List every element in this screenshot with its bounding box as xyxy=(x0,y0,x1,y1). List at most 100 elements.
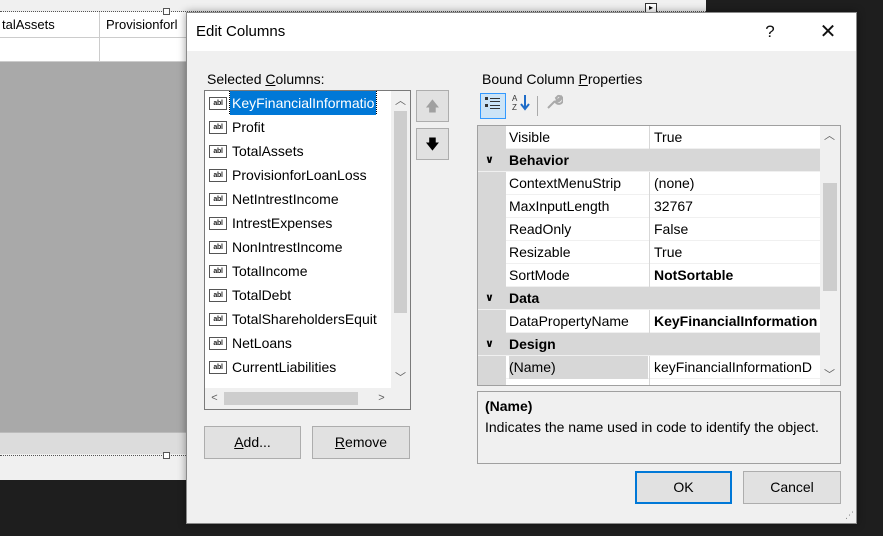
property-value[interactable]: KeyFinancialInformation xyxy=(649,310,820,333)
scroll-right-arrow-icon[interactable]: > xyxy=(372,388,391,408)
property-description-panel: (Name) Indicates the name used in code t… xyxy=(477,391,841,464)
list-item[interactable]: abl TotalAssets xyxy=(205,139,391,163)
move-up-button[interactable]: 🡅 xyxy=(416,90,449,122)
list-item[interactable]: abl NetLoans xyxy=(205,331,391,355)
list-item[interactable]: abl Profit xyxy=(205,115,391,139)
property-row[interactable]: Visible True xyxy=(478,126,820,149)
svg-text:A: A xyxy=(512,94,518,103)
property-row[interactable]: (Name) keyFinancialInformationD xyxy=(478,356,820,379)
column-name: NonIntrestIncome xyxy=(232,239,343,255)
grid-cell xyxy=(0,38,100,62)
textbox-column-icon: abl xyxy=(209,265,227,278)
textbox-column-icon: abl xyxy=(209,97,227,110)
collapse-chevron-icon[interactable]: ∨ xyxy=(485,287,494,309)
resize-handle[interactable] xyxy=(163,8,170,15)
textbox-column-icon: abl xyxy=(209,361,227,374)
scroll-down-arrow-icon[interactable]: ﹀ xyxy=(820,365,839,385)
property-name: Visible xyxy=(509,129,550,145)
move-down-button[interactable]: 🡇 xyxy=(416,128,449,160)
wrench-icon[interactable] xyxy=(541,93,567,119)
property-grid[interactable]: ColumnTypeDataGridViewTextBoxCol(Name)ke… xyxy=(477,125,841,386)
property-category[interactable]: ∨ Data xyxy=(478,287,820,310)
property-name: ReadOnly xyxy=(509,221,572,237)
list-item[interactable]: abl CurrentLiabilities xyxy=(205,355,391,379)
list-item[interactable]: abl NetIntrestIncome xyxy=(205,187,391,211)
help-button[interactable]: ? xyxy=(747,13,793,51)
list-item[interactable]: abl TotalShareholdersEquit xyxy=(205,307,391,331)
property-value[interactable]: NotSortable xyxy=(649,264,820,287)
property-row[interactable]: SortMode NotSortable xyxy=(478,264,820,287)
collapse-chevron-icon[interactable]: ∨ xyxy=(485,333,494,355)
textbox-column-icon: abl xyxy=(209,121,227,134)
textbox-column-icon: abl xyxy=(209,217,227,230)
remove-button[interactable]: Remove xyxy=(312,426,410,459)
property-row[interactable]: ReadOnly False xyxy=(478,218,820,241)
property-row[interactable]: Resizable True xyxy=(478,241,820,264)
property-gutter xyxy=(478,241,506,264)
column-name: TotalDebt xyxy=(232,287,292,303)
arrow-up-icon: 🡅 xyxy=(425,98,440,114)
description-text: Indicates the name used in code to ident… xyxy=(485,419,819,435)
add-button[interactable]: Add... xyxy=(204,426,301,459)
column-name: TotalShareholdersEquit xyxy=(232,311,377,327)
property-gutter xyxy=(478,356,506,379)
column-name: ProvisionforLoanLoss xyxy=(232,167,367,183)
scroll-up-arrow-icon[interactable]: ︿ xyxy=(820,126,839,146)
property-name: (Name) xyxy=(509,356,648,379)
property-row[interactable]: ColumnTypeDataGridViewTextBoxCol xyxy=(478,379,820,385)
alphabetical-sort-icon[interactable]: AZ xyxy=(509,93,535,119)
property-row[interactable]: MaxInputLength 32767 xyxy=(478,195,820,218)
property-grid-toolbar: AZ xyxy=(477,93,567,123)
collapse-chevron-icon[interactable]: ∨ xyxy=(485,149,494,171)
description-title: (Name) xyxy=(485,398,533,414)
scroll-thumb[interactable] xyxy=(394,111,407,313)
scroll-left-arrow-icon[interactable]: < xyxy=(205,388,224,408)
property-name: ColumnType xyxy=(509,379,648,385)
list-item[interactable]: abl TotalIncome xyxy=(205,259,391,283)
property-row[interactable]: ContextMenuStrip (none) xyxy=(478,172,820,195)
property-value[interactable]: 32767 xyxy=(649,195,820,218)
resize-handle[interactable] xyxy=(163,452,170,459)
property-row[interactable]: DataPropertyName KeyFinancialInformation xyxy=(478,310,820,333)
list-item[interactable]: abl IntrestExpenses xyxy=(205,211,391,235)
property-value[interactable]: (none) xyxy=(649,172,820,195)
list-item[interactable]: abl TotalDebt xyxy=(205,283,391,307)
property-category[interactable]: ∨ Design xyxy=(478,333,820,356)
selected-columns-label: Selected Columns: xyxy=(207,71,325,87)
scroll-up-arrow-icon[interactable]: ︿ xyxy=(391,91,410,111)
property-value[interactable]: False xyxy=(649,218,820,241)
property-grid-scrollbar[interactable]: ︿ ﹀ xyxy=(820,126,840,385)
scroll-corner xyxy=(391,388,410,409)
scroll-thumb[interactable] xyxy=(224,392,358,405)
resize-grip-icon[interactable]: ⋰ xyxy=(845,510,854,521)
column-name: NetIntrestIncome xyxy=(232,191,339,207)
selected-columns-list[interactable]: ︿ ﹀ < > abl KeyFinancialInformatio abl Prof… xyxy=(204,90,411,410)
scroll-down-arrow-icon[interactable]: ﹀ xyxy=(391,368,410,388)
textbox-column-icon: abl xyxy=(209,169,227,182)
list-item[interactable]: abl ProvisionforLoanLoss xyxy=(205,163,391,187)
category-label: Behavior xyxy=(509,152,569,168)
list-item[interactable]: abl NonIntrestIncome xyxy=(205,235,391,259)
property-name: DataPropertyName xyxy=(509,313,629,329)
property-value[interactable]: True xyxy=(649,241,820,264)
column-name: IntrestExpenses xyxy=(232,215,333,231)
property-name: SortMode xyxy=(509,267,570,283)
scroll-thumb[interactable] xyxy=(823,183,837,291)
property-category[interactable]: ∨ Behavior xyxy=(478,149,820,172)
cancel-button[interactable]: Cancel xyxy=(743,471,841,504)
svg-text:Z: Z xyxy=(512,103,517,111)
close-button[interactable]: ✕ xyxy=(805,13,851,51)
list-vertical-scrollbar[interactable]: ︿ ﹀ xyxy=(391,91,410,388)
textbox-column-icon: abl xyxy=(209,313,227,326)
categorized-icon[interactable] xyxy=(480,93,506,119)
list-item[interactable]: abl KeyFinancialInformatio xyxy=(205,91,391,115)
ok-button[interactable]: OK xyxy=(635,471,732,504)
property-value[interactable]: DataGridViewTextBoxCol xyxy=(649,379,820,385)
toolbar-separator xyxy=(537,96,538,116)
property-value[interactable]: keyFinancialInformationD xyxy=(649,356,820,379)
list-horizontal-scrollbar[interactable]: < > xyxy=(205,388,391,409)
property-value[interactable]: True xyxy=(649,126,820,149)
column-name: KeyFinancialInformatio xyxy=(228,91,378,115)
property-gutter xyxy=(478,310,506,333)
property-gutter xyxy=(478,379,506,385)
